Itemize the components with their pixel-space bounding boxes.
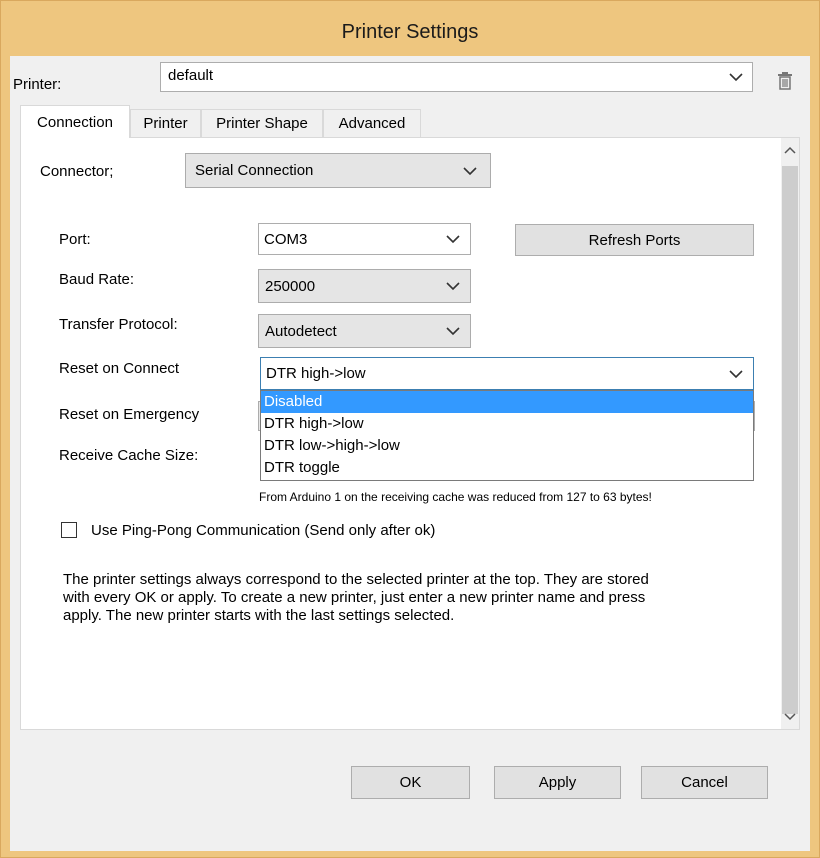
cache-note: From Arduino 1 on the receiving cache wa… [259,490,652,504]
tab-connection[interactable]: Connection [20,105,130,138]
baud-rate-combo[interactable]: 250000 [258,269,471,303]
connection-panel: Connector; Serial Connection Port: COM3 … [20,137,800,730]
apply-button[interactable]: Apply [494,766,621,799]
panel-scrollbar[interactable] [781,138,799,729]
dropdown-option[interactable]: Disabled [261,391,753,413]
ping-pong-checkbox[interactable] [61,522,77,538]
printer-combo-value: default [168,67,214,84]
chevron-down-icon [729,73,743,82]
transfer-protocol-label: Transfer Protocol: [59,316,178,333]
connector-combo[interactable]: Serial Connection [185,153,491,188]
dialog-body: Printer: default Connection Printer Prin… [10,56,810,851]
reset-on-connect-label: Reset on Connect [59,360,180,377]
port-label: Port: [59,231,91,248]
dropdown-option[interactable]: DTR low->high->low [261,435,753,457]
reset-on-connect-dropdown: Disabled DTR high->low DTR low->high->lo… [260,390,754,481]
refresh-ports-button[interactable]: Refresh Ports [515,224,754,256]
reset-on-emergency-label: Reset on Emergency [59,406,200,423]
chevron-down-icon[interactable] [784,713,796,721]
ping-pong-label: Use Ping-Pong Communication (Send only a… [91,522,436,539]
connector-label: Connector; [40,163,114,180]
chevron-down-icon [446,282,460,291]
scrollbar-thumb[interactable] [782,166,798,714]
window-title: Printer Settings [341,21,479,43]
info-text: The printer settings always correspond t… [63,571,649,624]
port-combo-value: COM3 [264,230,308,248]
chevron-down-icon [446,327,460,336]
printer-settings-window: Printer Settings Printer: default Connec… [0,0,820,858]
port-combo[interactable]: COM3 [258,223,471,255]
baud-rate-label: Baud Rate: [59,271,135,288]
dropdown-option[interactable]: DTR high->low [261,413,753,435]
transfer-protocol-combo[interactable]: Autodetect [258,314,471,348]
tab-printer-shape[interactable]: Printer Shape [201,109,323,137]
transfer-protocol-combo-value: Autodetect [265,322,337,340]
tab-advanced[interactable]: Advanced [323,109,421,137]
chevron-down-icon [463,166,477,175]
printer-label: Printer: [13,76,62,93]
connector-combo-value: Serial Connection [195,162,314,179]
receive-cache-size-label: Receive Cache Size: [59,447,199,464]
dropdown-option[interactable]: DTR toggle [261,457,753,479]
reset-on-connect-combo-value: DTR high->low [266,365,366,382]
cancel-button[interactable]: Cancel [641,766,768,799]
baud-rate-combo-value: 250000 [265,277,316,295]
reset-on-connect-combo[interactable]: DTR high->low [260,357,754,390]
chevron-down-icon [446,235,460,244]
chevron-down-icon [729,369,743,378]
chevron-up-icon[interactable] [784,146,796,154]
ok-button[interactable]: OK [351,766,470,799]
tab-printer[interactable]: Printer [130,109,201,137]
trash-icon[interactable] [777,72,793,90]
printer-combo[interactable]: default [160,62,753,92]
